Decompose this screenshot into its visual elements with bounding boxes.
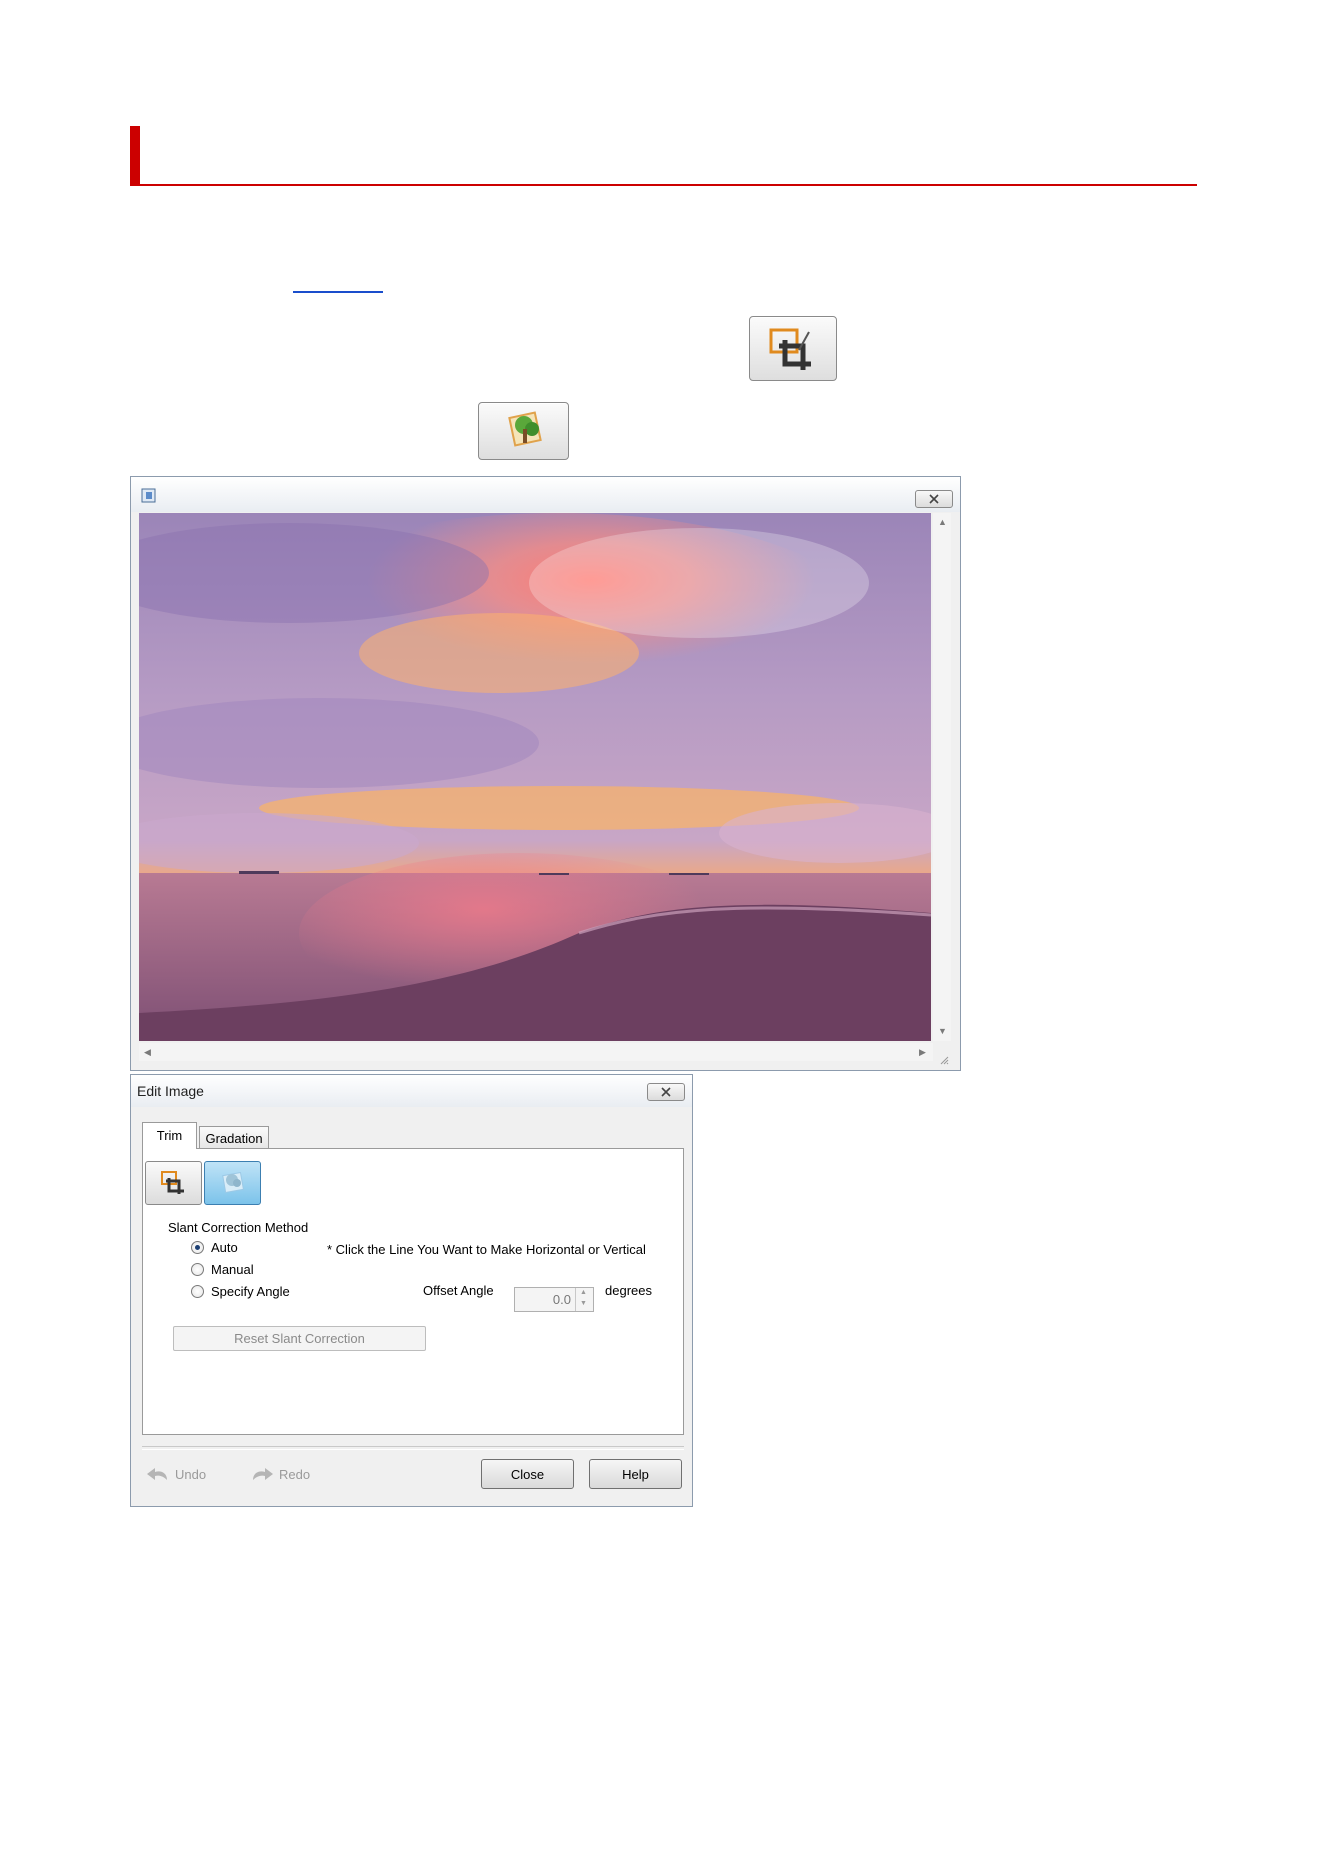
trim-tool-inline-icon bbox=[749, 316, 837, 381]
stepper-down-icon[interactable]: ▼ bbox=[580, 1300, 587, 1307]
slant-correction-inline-icon bbox=[478, 402, 569, 460]
undo-icon bbox=[147, 1468, 167, 1480]
dialog-close-button[interactable] bbox=[647, 1083, 685, 1101]
radio-manual[interactable] bbox=[191, 1263, 204, 1276]
undo-button[interactable]: Undo bbox=[145, 1467, 215, 1485]
scroll-left-icon[interactable]: ◀ bbox=[144, 1048, 151, 1057]
option-auto-label[interactable]: Auto bbox=[211, 1240, 238, 1255]
slant-method-label: Slant Correction Method bbox=[168, 1220, 309, 1235]
tab-trim[interactable]: Trim bbox=[142, 1122, 197, 1149]
edit-image-dialog: Edit Image Trim Gradation Slant Correcti… bbox=[130, 1074, 693, 1507]
undo-label: Undo bbox=[175, 1467, 207, 1482]
trim-tool-button[interactable] bbox=[145, 1161, 202, 1205]
heading-marker bbox=[130, 126, 140, 186]
offset-angle-label: Offset Angle bbox=[423, 1283, 494, 1298]
stepper-up-icon[interactable]: ▲ bbox=[580, 1289, 587, 1296]
offset-angle-stepper[interactable]: 0.0 ▲ ▼ bbox=[514, 1287, 594, 1312]
radio-specify-angle[interactable] bbox=[191, 1285, 204, 1298]
tab-gradation[interactable]: Gradation bbox=[199, 1126, 269, 1149]
horizontal-scrollbar[interactable]: ◀ ▶ bbox=[139, 1043, 933, 1061]
scroll-up-icon[interactable]: ▲ bbox=[938, 518, 947, 527]
close-icon bbox=[661, 1087, 671, 1097]
vertical-scrollbar[interactable]: ▲ ▼ bbox=[933, 513, 951, 1041]
heading-rule bbox=[130, 184, 1197, 186]
help-button[interactable]: Help bbox=[589, 1459, 682, 1489]
offset-angle-value[interactable]: 0.0 bbox=[553, 1292, 571, 1307]
footer-separator bbox=[142, 1446, 684, 1450]
stepper-arrows[interactable]: ▲ ▼ bbox=[575, 1288, 593, 1311]
offset-angle-unit: degrees bbox=[605, 1283, 652, 1298]
scroll-right-icon[interactable]: ▶ bbox=[919, 1048, 926, 1057]
option-specify-angle-label[interactable]: Specify Angle bbox=[211, 1284, 290, 1299]
resize-grip-icon[interactable] bbox=[939, 1055, 949, 1065]
app-window-icon bbox=[141, 488, 156, 503]
dialog-titlebar: Edit Image bbox=[131, 1075, 692, 1107]
slant-correction-icon bbox=[221, 1171, 244, 1194]
preview-close-button[interactable] bbox=[915, 490, 953, 508]
close-icon bbox=[929, 494, 939, 504]
redo-label: Redo bbox=[279, 1467, 311, 1482]
preview-image[interactable] bbox=[139, 513, 931, 1041]
scroll-down-icon[interactable]: ▼ bbox=[938, 1027, 947, 1036]
auto-hint-text: * Click the Line You Want to Make Horizo… bbox=[327, 1242, 646, 1257]
reset-slant-correction-button[interactable]: Reset Slant Correction bbox=[173, 1326, 426, 1351]
dialog-title: Edit Image bbox=[137, 1083, 204, 1099]
option-manual-label[interactable]: Manual bbox=[211, 1262, 254, 1277]
slant-correction-button[interactable] bbox=[204, 1161, 261, 1205]
preview-window: ▲ ▼ ◀ ▶ bbox=[130, 476, 961, 1071]
close-button[interactable]: Close bbox=[481, 1459, 574, 1489]
crop-icon bbox=[160, 1171, 184, 1194]
radio-auto[interactable] bbox=[191, 1241, 204, 1254]
redo-icon bbox=[253, 1468, 273, 1480]
redo-button[interactable]: Redo bbox=[249, 1467, 319, 1485]
link-underline[interactable] bbox=[293, 291, 383, 293]
preview-titlebar bbox=[131, 477, 960, 512]
